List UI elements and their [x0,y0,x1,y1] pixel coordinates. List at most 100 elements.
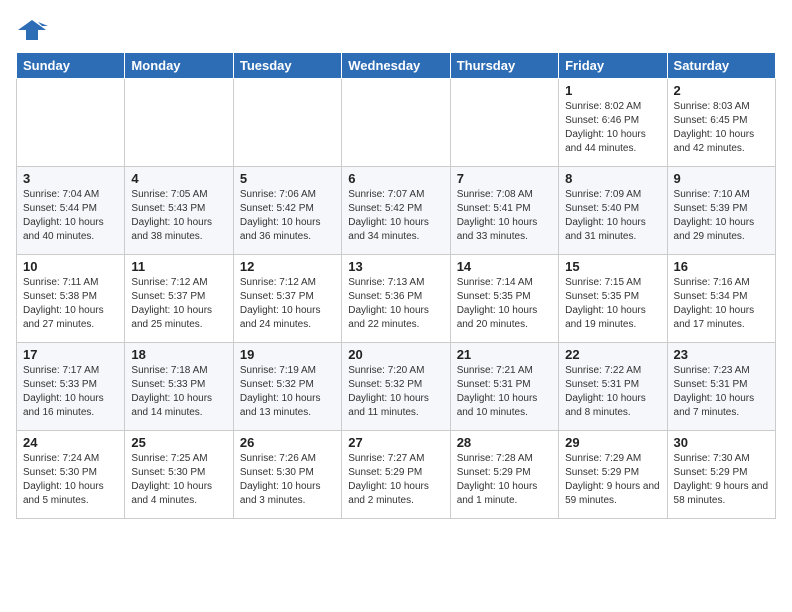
day-number: 8 [565,171,660,186]
cell-info: Sunrise: 8:03 AM Sunset: 6:45 PM Dayligh… [674,100,769,156]
day-number: 24 [23,435,118,450]
weekday-header-monday: Monday [125,53,233,79]
calendar-cell: 13Sunrise: 7:13 AM Sunset: 5:36 PM Dayli… [342,255,450,343]
calendar-cell: 27 Sunrise: 7:27 AM Sunset: 5:29 PM Dayli… [342,431,450,519]
day-number: 30 [674,435,769,450]
calendar-cell: 15 Sunrise: 7:15 AM Sunset: 5:35 PM Dayli… [559,255,667,343]
day-number: 3 [23,171,118,186]
day-number: 17 [23,347,118,362]
cell-info: Sunrise: 7:20 AM Sunset: 5:32 PM Dayligh… [348,364,443,420]
day-number: 23 [674,347,769,362]
calendar-cell: 17 Sunrise: 7:17 AM Sunset: 5:33 PM Dayli… [17,343,125,431]
day-number: 4 [131,171,226,186]
cell-info: Sunrise: 7:24 AM Sunset: 5:30 PM Dayligh… [23,452,118,508]
cell-info: Sunrise: 7:10 AM Sunset: 5:39 PM Dayligh… [674,188,769,244]
calendar-cell [233,79,341,167]
calendar-cell: 23 Sunrise: 7:23 AM Sunset: 5:31 PM Dayli… [667,343,775,431]
day-number: 28 [457,435,552,450]
day-number: 16 [674,259,769,274]
logo-icon [16,16,48,44]
cell-info: Sunrise: 7:11 AM Sunset: 5:38 PM Dayligh… [23,276,118,332]
day-number: 20 [348,347,443,362]
calendar-cell: 10 Sunrise: 7:11 AM Sunset: 5:38 PM Dayli… [17,255,125,343]
weekday-header-tuesday: Tuesday [233,53,341,79]
cell-info: Sunrise: 7:13 AM Sunset: 5:36 PM Dayligh… [348,276,443,332]
calendar-week-row: 24 Sunrise: 7:24 AM Sunset: 5:30 PM Dayli… [17,431,776,519]
calendar-week-row: 3 Sunrise: 7:04 AM Sunset: 5:44 PM Daylig… [17,167,776,255]
day-number: 26 [240,435,335,450]
calendar-cell [342,79,450,167]
cell-info: Sunrise: 7:19 AM Sunset: 5:32 PM Dayligh… [240,364,335,420]
day-number: 2 [674,83,769,98]
logo [16,16,52,44]
weekday-header-saturday: Saturday [667,53,775,79]
calendar-cell: 20 Sunrise: 7:20 AM Sunset: 5:32 PM Dayli… [342,343,450,431]
calendar-cell: 12 Sunrise: 7:12 AM Sunset: 5:37 PM Dayli… [233,255,341,343]
calendar-cell: 2 Sunrise: 8:03 AM Sunset: 6:45 PM Daylig… [667,79,775,167]
cell-info: Sunrise: 7:27 AM Sunset: 5:29 PM Dayligh… [348,452,443,508]
calendar-cell: 14 Sunrise: 7:14 AM Sunset: 5:35 PM Dayli… [450,255,558,343]
cell-info: Sunrise: 7:17 AM Sunset: 5:33 PM Dayligh… [23,364,118,420]
day-number: 27 [348,435,443,450]
day-number: 15 [565,259,660,274]
cell-info: Sunrise: 7:05 AM Sunset: 5:43 PM Dayligh… [131,188,226,244]
day-number: 9 [674,171,769,186]
calendar-cell: 1Sunrise: 8:02 AM Sunset: 6:46 PM Daylig… [559,79,667,167]
day-number: 10 [23,259,118,274]
day-number: 18 [131,347,226,362]
cell-info: Sunrise: 7:08 AM Sunset: 5:41 PM Dayligh… [457,188,552,244]
day-number: 12 [240,259,335,274]
cell-info: Sunrise: 7:16 AM Sunset: 5:34 PM Dayligh… [674,276,769,332]
calendar-cell: 6Sunrise: 7:07 AM Sunset: 5:42 PM Daylig… [342,167,450,255]
cell-info: Sunrise: 7:21 AM Sunset: 5:31 PM Dayligh… [457,364,552,420]
calendar-cell [125,79,233,167]
cell-info: Sunrise: 7:28 AM Sunset: 5:29 PM Dayligh… [457,452,552,508]
calendar-cell: 21Sunrise: 7:21 AM Sunset: 5:31 PM Dayli… [450,343,558,431]
day-number: 5 [240,171,335,186]
cell-info: Sunrise: 7:14 AM Sunset: 5:35 PM Dayligh… [457,276,552,332]
calendar-cell: 19 Sunrise: 7:19 AM Sunset: 5:32 PM Dayli… [233,343,341,431]
calendar-week-row: 17 Sunrise: 7:17 AM Sunset: 5:33 PM Dayli… [17,343,776,431]
cell-info: Sunrise: 7:29 AM Sunset: 5:29 PM Dayligh… [565,452,660,508]
calendar-cell: 22 Sunrise: 7:22 AM Sunset: 5:31 PM Dayli… [559,343,667,431]
cell-info: Sunrise: 7:15 AM Sunset: 5:35 PM Dayligh… [565,276,660,332]
calendar-cell: 8 Sunrise: 7:09 AM Sunset: 5:40 PM Daylig… [559,167,667,255]
calendar-cell: 28 Sunrise: 7:28 AM Sunset: 5:29 PM Dayli… [450,431,558,519]
cell-info: Sunrise: 7:30 AM Sunset: 5:29 PM Dayligh… [674,452,769,508]
day-number: 11 [131,259,226,274]
calendar-cell: 4 Sunrise: 7:05 AM Sunset: 5:43 PM Daylig… [125,167,233,255]
calendar-cell: 9 Sunrise: 7:10 AM Sunset: 5:39 PM Daylig… [667,167,775,255]
weekday-header-row: SundayMondayTuesdayWednesdayThursdayFrid… [17,53,776,79]
day-number: 22 [565,347,660,362]
weekday-header-friday: Friday [559,53,667,79]
cell-info: Sunrise: 7:23 AM Sunset: 5:31 PM Dayligh… [674,364,769,420]
calendar-cell: 18Sunrise: 7:18 AM Sunset: 5:33 PM Dayli… [125,343,233,431]
weekday-header-sunday: Sunday [17,53,125,79]
calendar-cell [17,79,125,167]
cell-info: Sunrise: 7:22 AM Sunset: 5:31 PM Dayligh… [565,364,660,420]
cell-info: Sunrise: 7:12 AM Sunset: 5:37 PM Dayligh… [131,276,226,332]
calendar-cell: 30 Sunrise: 7:30 AM Sunset: 5:29 PM Dayli… [667,431,775,519]
cell-info: Sunrise: 7:06 AM Sunset: 5:42 PM Dayligh… [240,188,335,244]
cell-info: Sunrise: 7:04 AM Sunset: 5:44 PM Dayligh… [23,188,118,244]
calendar-table: SundayMondayTuesdayWednesdayThursdayFrid… [16,52,776,519]
calendar-cell: 25Sunrise: 7:25 AM Sunset: 5:30 PM Dayli… [125,431,233,519]
calendar-week-row: 10 Sunrise: 7:11 AM Sunset: 5:38 PM Dayli… [17,255,776,343]
weekday-header-thursday: Thursday [450,53,558,79]
day-number: 19 [240,347,335,362]
calendar-cell: 11 Sunrise: 7:12 AM Sunset: 5:37 PM Dayli… [125,255,233,343]
day-number: 1 [565,83,660,98]
day-number: 6 [348,171,443,186]
cell-info: Sunrise: 7:09 AM Sunset: 5:40 PM Dayligh… [565,188,660,244]
weekday-header-wednesday: Wednesday [342,53,450,79]
calendar-cell: 16 Sunrise: 7:16 AM Sunset: 5:34 PM Dayli… [667,255,775,343]
cell-info: Sunrise: 7:12 AM Sunset: 5:37 PM Dayligh… [240,276,335,332]
page-header [16,16,776,44]
day-number: 7 [457,171,552,186]
calendar-cell: 26Sunrise: 7:26 AM Sunset: 5:30 PM Dayli… [233,431,341,519]
calendar-week-row: 1Sunrise: 8:02 AM Sunset: 6:46 PM Daylig… [17,79,776,167]
calendar-cell: 5 Sunrise: 7:06 AM Sunset: 5:42 PM Daylig… [233,167,341,255]
day-number: 25 [131,435,226,450]
calendar-cell: 24 Sunrise: 7:24 AM Sunset: 5:30 PM Dayli… [17,431,125,519]
day-number: 14 [457,259,552,274]
